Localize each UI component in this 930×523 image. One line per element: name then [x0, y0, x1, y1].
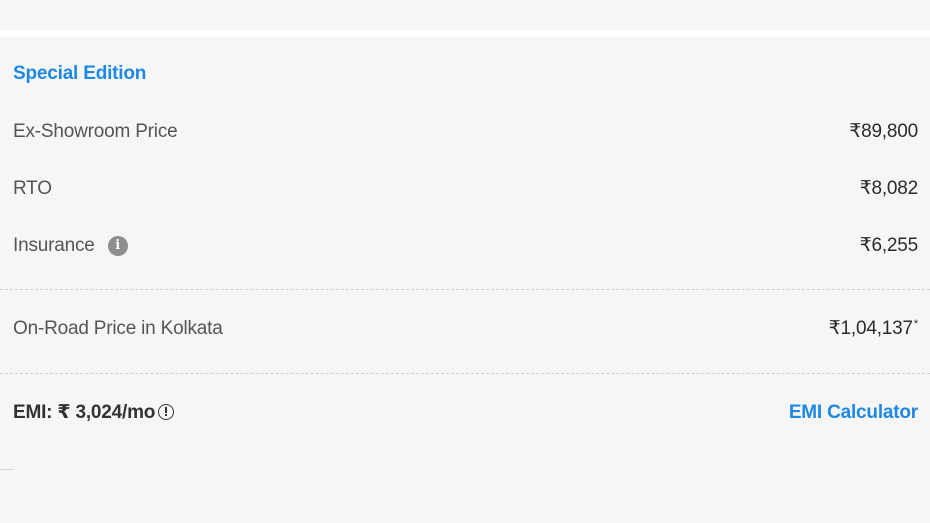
on-road-price-value: ₹1,04,137 [828, 318, 913, 339]
variant-title[interactable]: Special Edition [13, 63, 146, 85]
dashed-divider [0, 289, 930, 290]
section-divider [0, 30, 930, 37]
info-circle-icon[interactable] [158, 403, 175, 420]
rto-row: RTO ₹8,082 [13, 177, 918, 200]
dashed-divider [0, 373, 930, 374]
info-icon[interactable]: i [107, 235, 128, 256]
on-road-price-value-wrap: ₹1,04,137* [828, 317, 919, 340]
emi-row: EMI: ₹ 3,024/mo EMI Calculator [13, 401, 918, 424]
ex-showroom-value: ₹89,800 [849, 121, 918, 142]
on-road-price-row: On-Road Price in Kolkata ₹1,04,137* [13, 317, 918, 340]
decorative-divider [0, 469, 14, 470]
on-road-price-label: On-Road Price in Kolkata [13, 317, 223, 339]
insurance-label-wrap: Insurance i [13, 235, 128, 257]
ex-showroom-row: Ex-Showroom Price ₹89,800 [13, 120, 918, 143]
ex-showroom-label: Ex-Showroom Price [13, 120, 178, 142]
emi-summary: EMI: ₹ 3,024/mo [13, 401, 175, 424]
price-breakup-card: Special Edition Ex-Showroom Price ₹89,80… [0, 37, 930, 523]
emi-calculator-link[interactable]: EMI Calculator [789, 402, 918, 424]
rto-value: ₹8,082 [859, 178, 919, 199]
rto-label: RTO [13, 177, 52, 199]
emi-label: EMI: ₹ 3,024/mo [13, 402, 156, 423]
insurance-value: ₹6,255 [859, 235, 919, 256]
asterisk-mark: * [913, 317, 918, 330]
insurance-row: Insurance i ₹6,255 [13, 234, 918, 257]
top-strip [0, 0, 930, 30]
insurance-label: Insurance [13, 234, 95, 256]
